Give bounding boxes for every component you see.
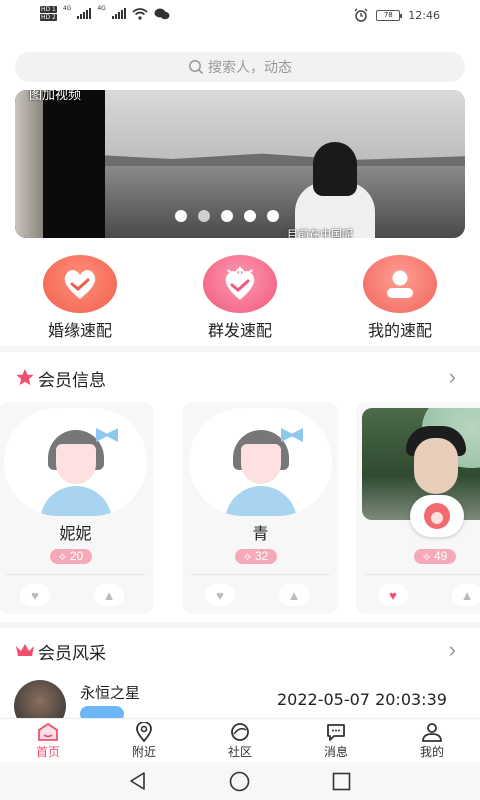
- member-card[interactable]: 妮妮 ⟡ 20 ♥ ▲: [0, 402, 153, 614]
- system-nav-bar: [0, 762, 480, 800]
- search-placeholder: 搜索人，动态: [208, 59, 292, 75]
- tab-messages[interactable]: 消息: [288, 719, 384, 763]
- tab-home[interactable]: 首页: [0, 719, 96, 763]
- home-circle-icon[interactable]: [229, 771, 250, 792]
- alarm-icon: [354, 8, 368, 22]
- member-name: 青: [252, 526, 269, 543]
- feed-timestamp: 2022-05-07 20:03:39: [277, 690, 447, 709]
- style-section-header[interactable]: 会员风采 ›: [0, 631, 480, 667]
- message-icon: [327, 724, 345, 741]
- action-label: 我的速配: [367, 323, 432, 340]
- star-icon: [16, 368, 34, 386]
- quick-actions: 婚缘速配 群发速配 我的速配: [0, 255, 480, 340]
- alarm-bell-icon[interactable]: ▲: [94, 584, 124, 606]
- banner-top-caption: 图加视频: [29, 90, 82, 102]
- app-page: HD 1 HD 2 4G 4G 78 12:46 搜索人，动态 图加视频 目前在…: [0, 0, 480, 800]
- heart-icon[interactable]: ♥: [20, 584, 50, 606]
- alarm-bell-icon[interactable]: ▲: [452, 584, 480, 606]
- feed-tag: [80, 706, 124, 718]
- member-name: 妮妮: [59, 526, 92, 543]
- crown-icon: [16, 644, 34, 656]
- carousel-dot[interactable]: [221, 210, 233, 222]
- carousel-dot[interactable]: [267, 210, 279, 222]
- feed-user-name: 永恒之星: [80, 685, 141, 702]
- status-time: 12:46: [408, 8, 440, 22]
- carousel-dot[interactable]: [175, 210, 187, 222]
- section-title: 会员信息: [38, 371, 106, 390]
- feed-item[interactable]: 永恒之星 2022-05-07 20:03:39: [0, 672, 480, 718]
- chevron-right-icon[interactable]: ›: [449, 364, 456, 390]
- handshake-arrows-icon: [225, 266, 255, 300]
- banner-carousel[interactable]: 图加视频 目前在中国呢: [15, 90, 465, 238]
- network-type-2: 4G: [97, 5, 106, 12]
- tab-community[interactable]: 社区: [192, 719, 288, 763]
- tab-nearby[interactable]: 附近: [96, 719, 192, 763]
- carousel-dot[interactable]: [198, 210, 210, 222]
- member-cards: 妮妮 ⟡ 20 ♥ ▲ 青 ⟡ 32 ♥ ▲ ⟡ 49 ♥ ▲: [0, 402, 480, 617]
- tab-label: 附近: [131, 745, 156, 759]
- community-icon: [231, 723, 249, 741]
- recents-icon[interactable]: [332, 772, 351, 791]
- tab-label: 社区: [227, 745, 252, 759]
- girl-avatar-icon: [424, 503, 450, 529]
- avatar: [14, 680, 66, 718]
- status-bar: HD 1 HD 2 4G 4G 78 12:46: [0, 0, 480, 30]
- profile-icon: [422, 723, 442, 742]
- avatar: [4, 408, 147, 516]
- tab-label: 首页: [35, 745, 60, 759]
- handshake-heart-icon: [64, 270, 96, 299]
- action-group-match[interactable]: 群发速配: [180, 255, 300, 341]
- search-icon: [189, 60, 204, 75]
- signal-icon-2: [111, 8, 126, 19]
- heart-icon[interactable]: ♥: [378, 584, 408, 606]
- wechat-icon: [154, 8, 170, 19]
- banner-figure: [295, 142, 375, 238]
- banner-caption: 目前在中国呢: [287, 229, 353, 238]
- member-count-badge: ⟡ 49: [414, 549, 456, 564]
- divider: [0, 346, 480, 352]
- action-label: 群发速配: [207, 323, 272, 340]
- action-my-match[interactable]: 我的速配: [340, 255, 460, 341]
- action-label: 婚缘速配: [47, 323, 112, 340]
- user-icon: [387, 270, 413, 298]
- tab-label: 消息: [323, 745, 348, 759]
- signal-icon: [77, 8, 92, 19]
- wifi-icon: [132, 7, 148, 20]
- search-bar[interactable]: 搜索人，动态: [15, 52, 465, 82]
- member-section-header[interactable]: 会员信息 ›: [0, 358, 480, 394]
- bottom-tab-bar: 首页 附近 社区 消息 我的: [0, 718, 480, 762]
- avatar: [189, 408, 332, 516]
- divider: [0, 622, 480, 628]
- home-icon: [38, 722, 58, 741]
- chevron-right-icon[interactable]: ›: [449, 637, 456, 663]
- floating-avatar-button[interactable]: [410, 495, 464, 537]
- battery-indicator: 78: [376, 9, 403, 21]
- section-title: 会员风采: [38, 644, 106, 663]
- network-type: 4G: [62, 5, 72, 12]
- tab-profile[interactable]: 我的: [384, 719, 480, 763]
- alarm-bell-icon[interactable]: ▲: [279, 584, 309, 606]
- member-count-badge: ⟡ 32: [235, 549, 277, 564]
- member-card[interactable]: 青 ⟡ 32 ♥ ▲: [183, 402, 338, 614]
- hd-indicator: HD 1 HD 2: [40, 6, 57, 21]
- carousel-dot[interactable]: [244, 210, 256, 222]
- carousel-dots: [175, 210, 279, 222]
- back-icon[interactable]: [128, 771, 148, 791]
- action-marriage-match[interactable]: 婚缘速配: [20, 255, 140, 341]
- member-count-badge: ⟡ 20: [50, 549, 92, 564]
- heart-icon[interactable]: ♥: [205, 584, 235, 606]
- location-icon: [136, 722, 152, 742]
- tab-label: 我的: [419, 745, 444, 759]
